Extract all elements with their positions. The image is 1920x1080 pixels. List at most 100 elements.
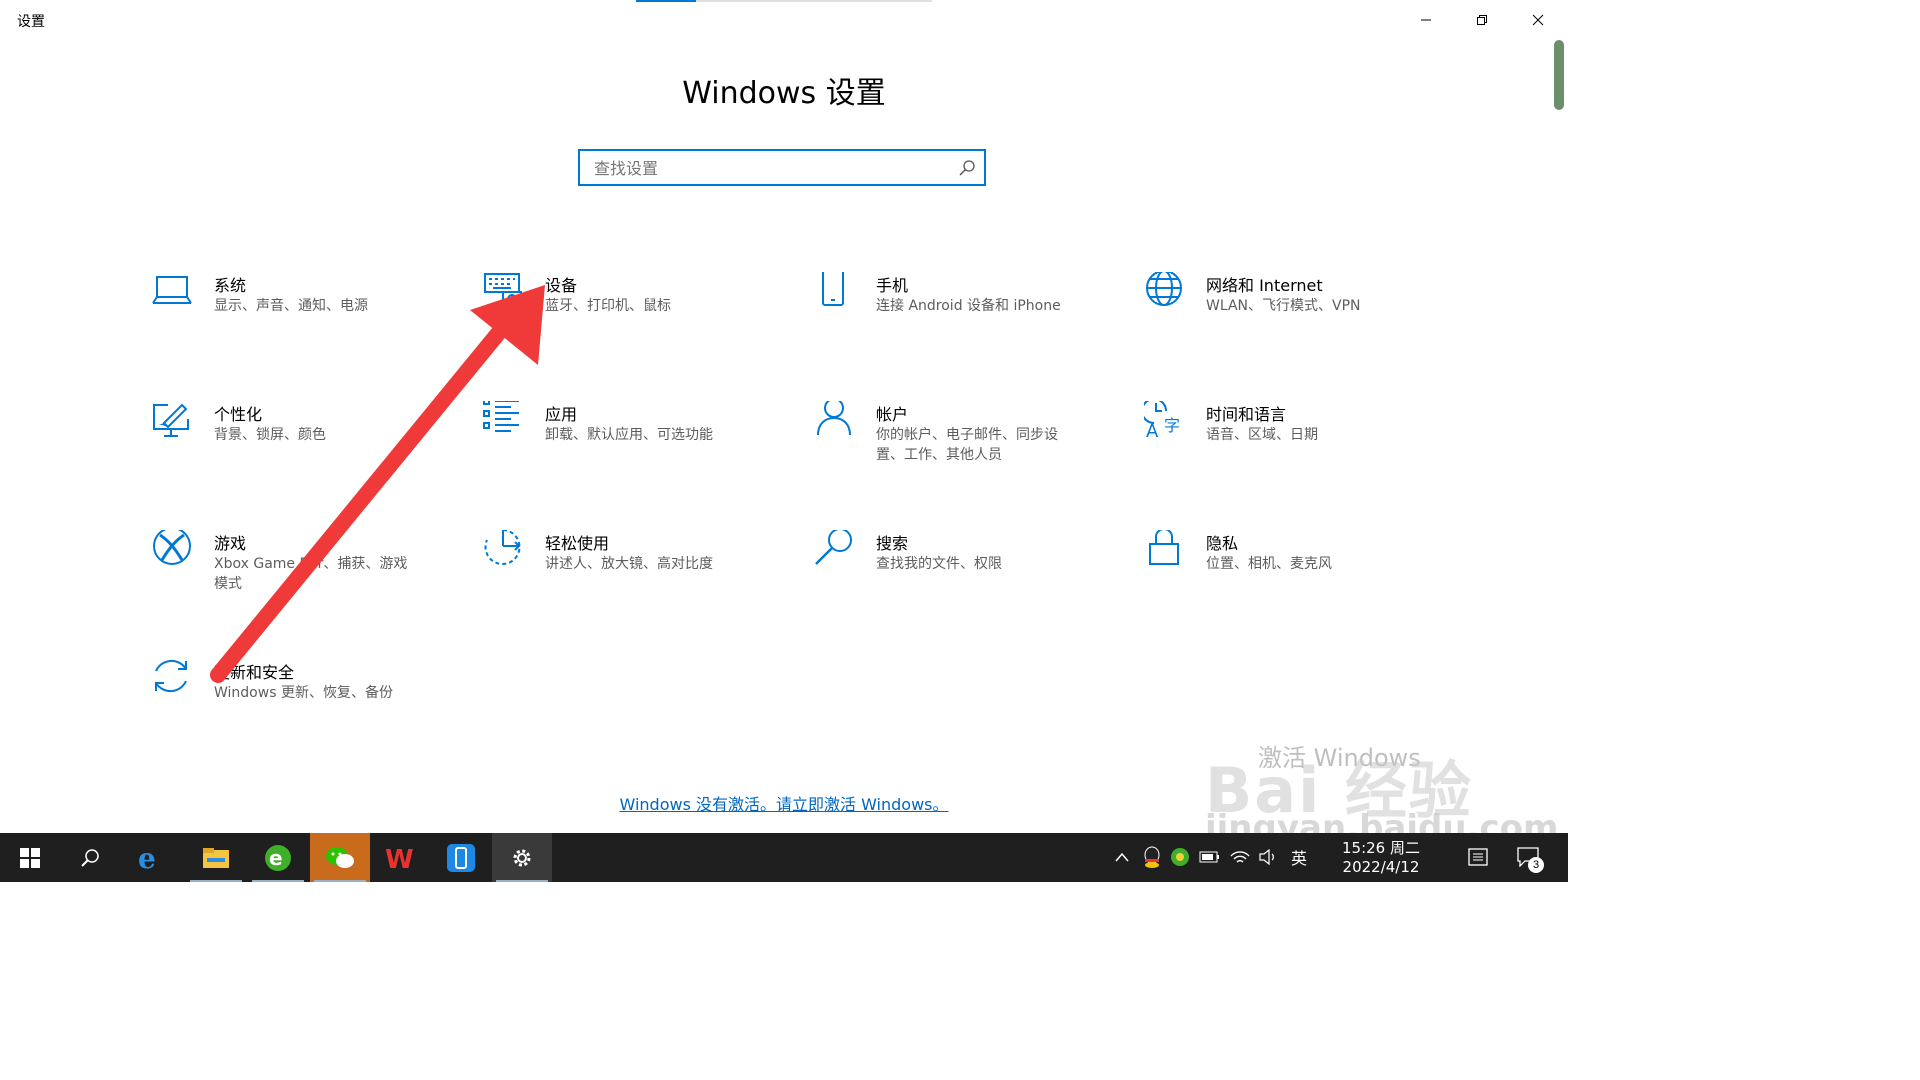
tile-title: 更新和安全 (214, 663, 295, 682)
window-title: 设置 (17, 13, 45, 29)
wps-icon: W (385, 845, 414, 871)
title-bar: 设置 (0, 0, 1568, 40)
person-icon (817, 401, 851, 436)
progress-track (696, 0, 932, 2)
notepad-icon[interactable] (1466, 845, 1490, 869)
qq-icon[interactable] (1140, 845, 1164, 869)
search-icon[interactable] (958, 159, 976, 177)
tile-description: 位置、相机、麦克风 (1206, 556, 1332, 572)
laptop-icon (152, 276, 192, 304)
tile-apps[interactable]: 应用 卸载、默认应用、可选功能 (483, 401, 783, 501)
tile-description: 显示、声音、通知、电源 (214, 298, 368, 314)
ie-taskbar-button[interactable]: e (120, 833, 180, 882)
tile-description: 背景、锁屏、颜色 (214, 427, 326, 443)
settings-icon (513, 849, 531, 866)
tile-time-language[interactable]: A 字 时间和语言 语音、区域、日期 (1144, 401, 1444, 501)
tile-description: 卸载、默认应用、可选功能 (545, 427, 713, 443)
search-icon (81, 848, 99, 867)
progress-accent (636, 0, 696, 2)
taskbar-clock[interactable]: 15:26 周二 2022/4/12 (1335, 839, 1427, 877)
wifi-icon[interactable] (1228, 845, 1252, 869)
page-title: Windows 设置 (682, 76, 886, 111)
start-button[interactable] (0, 833, 60, 882)
tray-app-icon[interactable] (1168, 845, 1192, 869)
ime-indicator[interactable]: 英 (1287, 845, 1311, 869)
clock-date: 2022/4/12 (1342, 858, 1420, 876)
search-box[interactable] (578, 149, 986, 186)
tile-title: 网络和 Internet (1206, 276, 1323, 295)
tile-update-security[interactable]: 更新和安全 Windows 更新、恢复、备份 (152, 659, 452, 759)
phone-app-icon (447, 843, 475, 872)
tile-description: 连接 Android 设备和 iPhone (876, 298, 1061, 314)
notification-count-badge: 3 (1528, 857, 1544, 873)
globe-icon (1146, 272, 1182, 306)
wechat-taskbar-button[interactable] (310, 833, 370, 882)
tile-description: 你的帐户、电子邮件、同步设置、工作、其他人员 (876, 427, 1058, 463)
restore-icon (1477, 15, 1487, 25)
tile-ease-of-access[interactable]: 轻松使用 讲述人、放大镜、高对比度 (483, 530, 783, 630)
tile-description: Xbox Game Bar、捕获、游戏模式 (214, 556, 408, 592)
tile-description: 讲述人、放大镜、高对比度 (545, 556, 713, 572)
tile-search[interactable]: 搜索 查找我的文件、权限 (814, 530, 1114, 630)
tile-system[interactable]: 系统 显示、声音、通知、电源 (152, 272, 452, 372)
volume-icon[interactable] (1256, 845, 1280, 869)
taskbar: e e W 英 15:26 周二 2022/4/12 3 (0, 833, 1568, 882)
clock-time: 15:26 周二 (1342, 839, 1420, 857)
tile-privacy[interactable]: 隐私 位置、相机、麦克风 (1144, 530, 1444, 630)
browser-360-taskbar-button[interactable]: e (248, 833, 308, 882)
pen-monitor-icon (153, 403, 189, 437)
svg-text:e: e (138, 844, 156, 872)
xbox-icon (153, 530, 191, 565)
lock-icon (1149, 530, 1179, 565)
settings-taskbar-button[interactable] (492, 833, 552, 882)
magnifier-icon (815, 530, 852, 565)
tile-description: WLAN、飞行模式、VPN (1206, 298, 1361, 314)
tile-phone[interactable]: 手机 连接 Android 设备和 iPhone (814, 272, 1114, 372)
tile-title: 帐户 (876, 405, 909, 424)
taskbar-search-button[interactable] (60, 833, 120, 882)
minimize-icon (1421, 19, 1431, 21)
tile-title: 系统 (214, 276, 247, 295)
tile-title: 隐私 (1206, 534, 1239, 553)
battery-icon[interactable] (1198, 845, 1222, 869)
tile-network[interactable]: 网络和 Internet WLAN、飞行模式、VPN (1144, 272, 1444, 372)
file-explorer-icon (203, 847, 229, 868)
clock-language-icon: A 字 (1144, 401, 1180, 441)
tile-title: 轻松使用 (545, 534, 610, 553)
start-icon (20, 847, 40, 868)
keyboard-printer-icon (484, 273, 522, 307)
ease-of-access-icon (484, 530, 521, 565)
restore-button[interactable] (1454, 0, 1510, 40)
tray-chevron-up-icon[interactable] (1110, 845, 1134, 869)
tile-gaming[interactable]: 游戏 Xbox Game Bar、捕获、游戏模式 (152, 530, 452, 630)
sync-icon (155, 659, 187, 693)
svg-text:A: A (1146, 421, 1159, 441)
tile-accounts[interactable]: 帐户 你的帐户、电子邮件、同步设置、工作、其他人员 (814, 401, 1114, 501)
close-button[interactable] (1510, 0, 1566, 40)
svg-text:e: e (269, 846, 283, 870)
browser-360-icon: e (265, 844, 291, 871)
wechat-icon (326, 846, 354, 868)
tile-title: 时间和语言 (1206, 405, 1287, 424)
wps-taskbar-button[interactable]: W (370, 833, 430, 882)
list-icon (483, 401, 519, 432)
activate-windows-link[interactable]: Windows 没有激活。请立即激活 Windows。 (0, 791, 1568, 815)
tile-title: 设备 (545, 276, 578, 295)
close-icon (1532, 14, 1544, 26)
file-explorer-taskbar-button[interactable] (186, 833, 246, 882)
tile-title: 个性化 (214, 405, 263, 424)
tile-description: 蓝牙、打印机、鼠标 (545, 298, 671, 314)
search-input[interactable] (592, 151, 956, 186)
tile-title: 手机 (876, 276, 909, 295)
phone-app-taskbar-button[interactable] (431, 833, 491, 882)
phone-icon (822, 272, 844, 306)
tile-devices[interactable]: 设备 蓝牙、打印机、鼠标 (483, 272, 783, 372)
minimize-button[interactable] (1398, 0, 1454, 40)
tile-title: 搜索 (876, 534, 909, 553)
svg-text:字: 字 (1164, 416, 1180, 435)
tile-title: 游戏 (214, 534, 247, 553)
tile-description: Windows 更新、恢复、备份 (214, 685, 393, 701)
tile-personalization[interactable]: 个性化 背景、锁屏、颜色 (152, 401, 452, 501)
edge-ie-icon: e (138, 844, 156, 872)
tile-title: 应用 (545, 405, 578, 424)
